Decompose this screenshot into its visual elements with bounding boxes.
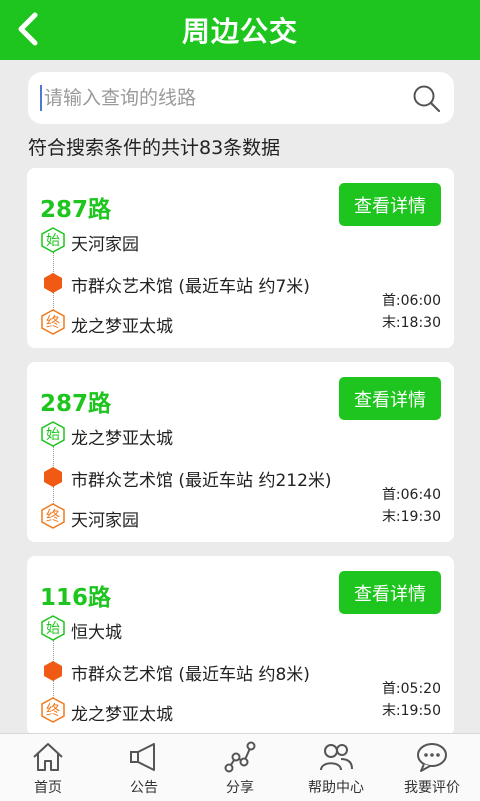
view-details-button[interactable]: 查看详情 [339, 377, 441, 420]
top-bar: 周边公交 [0, 0, 480, 60]
end-stop: 龙之梦亚太城 [71, 317, 173, 337]
nav-share[interactable]: 分享 [192, 734, 288, 801]
nav-label: 我要评价 [404, 780, 460, 796]
nearest-stop-icon [44, 661, 62, 681]
nav-label: 分享 [226, 780, 254, 796]
nearest-stop-icon [44, 467, 62, 487]
result-count: 符合搜索条件的共计83条数据 [28, 137, 281, 159]
search-bar [28, 72, 454, 124]
last-bus-time: 末:19:50 [381, 703, 441, 719]
search-icon[interactable] [412, 84, 442, 114]
route-name: 287路 [40, 197, 112, 223]
view-details-button[interactable]: 查看详情 [339, 183, 441, 226]
start-hexagon-icon: 始 [40, 421, 66, 447]
schedule-times: 首:06:40 末:19:30 [382, 484, 441, 528]
megaphone-icon [130, 743, 155, 771]
start-stop: 天河家园 [71, 235, 139, 255]
nav-label: 帮助中心 [308, 780, 364, 796]
share-icon [224, 741, 256, 773]
schedule-times: 首:06:00 末:18:30 [382, 290, 441, 334]
bottom-nav: 首页 公告 分享 帮助中心 我要评价 [0, 733, 480, 801]
back-button[interactable] [6, 6, 50, 52]
nav-label: 首页 [34, 780, 62, 796]
end-stop: 龙之梦亚太城 [71, 705, 173, 725]
nearest-stop: 市群众艺术馆 (最近车站 约212米) [71, 471, 332, 491]
nearest-stop: 市群众艺术馆 (最近车站 约7米) [71, 277, 310, 297]
end-hexagon-icon: 终 [40, 503, 66, 529]
search-input[interactable] [40, 85, 396, 111]
last-bus-time: 末:18:30 [381, 315, 441, 331]
start-hexagon-icon: 始 [40, 615, 66, 641]
start-hexagon-icon: 始 [40, 227, 66, 253]
view-details-button[interactable]: 查看详情 [339, 571, 441, 614]
end-stop: 天河家园 [71, 511, 139, 531]
route-name: 116路 [40, 585, 112, 611]
start-stop: 恒大城 [71, 623, 122, 643]
home-icon [33, 743, 63, 771]
start-stop: 龙之梦亚太城 [71, 429, 173, 449]
first-bus-time: 首:06:40 [381, 487, 441, 503]
route-card: 287路 查看详情 始 天河家园 市群众艺术馆 (最近车站 约7米) 终 龙之梦… [27, 168, 454, 348]
first-bus-time: 首:05:20 [381, 681, 441, 697]
schedule-times: 首:05:20 末:19:50 [382, 678, 441, 722]
first-bus-time: 首:06:00 [381, 293, 441, 309]
nav-label: 公告 [130, 780, 158, 796]
comment-icon [417, 743, 447, 772]
last-bus-time: 末:19:30 [381, 509, 441, 525]
nav-help-center[interactable]: 帮助中心 [288, 734, 384, 801]
nearest-stop: 市群众艺术馆 (最近车站 约8米) [71, 665, 310, 685]
nav-home[interactable]: 首页 [0, 734, 96, 801]
nearest-stop-icon [44, 273, 62, 293]
back-arrow-icon [18, 12, 38, 46]
nav-review[interactable]: 我要评价 [384, 734, 480, 801]
route-card: 116路 查看详情 始 恒大城 市群众艺术馆 (最近车站 约8米) 终 龙之梦亚… [27, 556, 454, 736]
page-title: 周边公交 [181, 15, 298, 48]
end-hexagon-icon: 终 [40, 697, 66, 723]
route-card: 287路 查看详情 始 龙之梦亚太城 市群众艺术馆 (最近车站 约212米) 终… [27, 362, 454, 542]
nav-announcements[interactable]: 公告 [96, 734, 192, 801]
help-center-icon [320, 744, 353, 771]
route-name: 287路 [40, 391, 112, 417]
end-hexagon-icon: 终 [40, 309, 66, 335]
